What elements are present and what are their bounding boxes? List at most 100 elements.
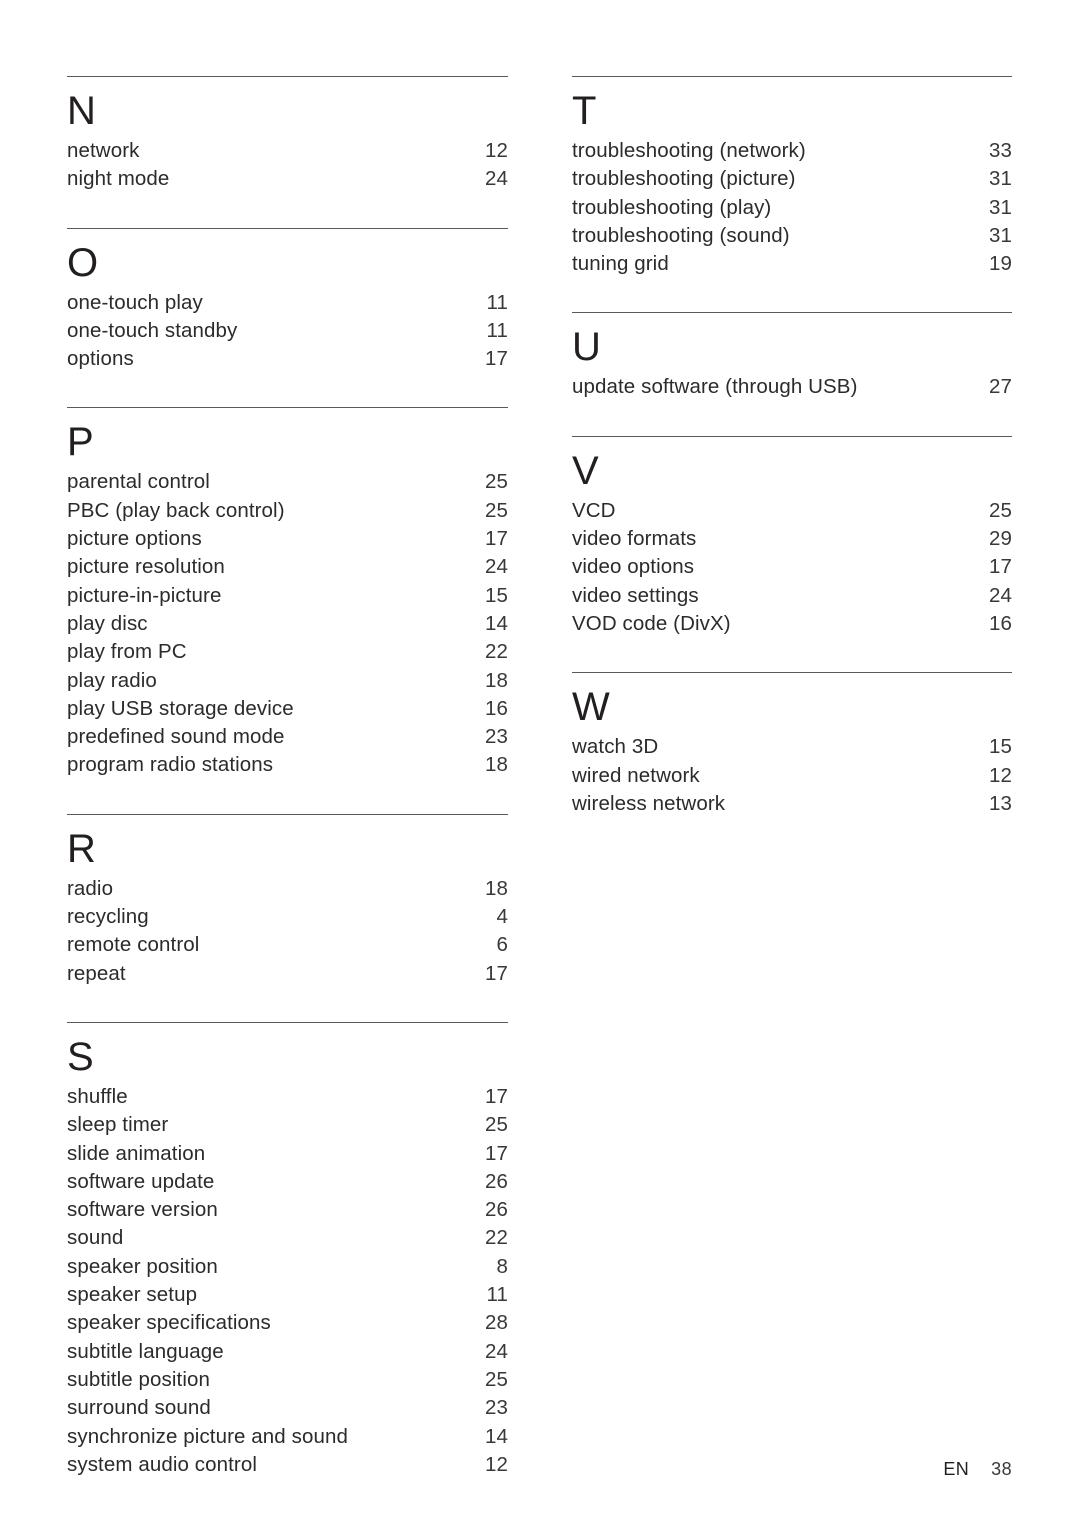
- index-entry-label: video formats: [572, 527, 697, 551]
- index-entry[interactable]: repeat 17: [67, 960, 508, 988]
- index-entry[interactable]: picture options 17: [67, 525, 508, 553]
- index-entry[interactable]: one-touch play 11: [67, 289, 508, 317]
- index-entry-page-number: 27: [988, 375, 1012, 399]
- index-entry[interactable]: play disc 14: [67, 610, 508, 638]
- index-entry[interactable]: play radio 18: [67, 667, 508, 695]
- index-entry-label: synchronize picture and sound: [67, 1424, 348, 1448]
- footer-language: EN: [943, 1459, 970, 1479]
- index-section-r: Rradio 18 recycling 4 remote control 6 repeat 1…: [67, 813, 508, 988]
- index-entry[interactable]: network 12: [67, 137, 508, 165]
- index-entry[interactable]: surround sound 23: [67, 1394, 508, 1422]
- section-letter: P: [67, 420, 94, 465]
- index-entry[interactable]: subtitle language 24: [67, 1338, 508, 1366]
- index-entry-page-number: 17: [988, 555, 1012, 579]
- index-entry-page-number: 31: [988, 195, 1012, 219]
- index-entry-label: VOD code (DivX): [572, 611, 731, 635]
- index-entry[interactable]: subtitle position 25: [67, 1366, 508, 1394]
- index-entry-label: play USB storage device: [67, 696, 294, 720]
- index-entry-page-number: 18: [484, 753, 508, 777]
- index-entry[interactable]: VOD code (DivX) 16: [572, 610, 1012, 638]
- index-entry-page-number: 13: [988, 791, 1012, 815]
- index-entry[interactable]: wireless network 13: [572, 790, 1012, 818]
- index-entry[interactable]: video options 17: [572, 553, 1012, 581]
- index-entry-page-number: 15: [484, 583, 508, 607]
- index-entry-label: recycling: [67, 905, 149, 929]
- index-entry[interactable]: recycling 4: [67, 903, 508, 931]
- index-entry[interactable]: options 17: [67, 345, 508, 373]
- index-entry[interactable]: program radio stations 18: [67, 751, 508, 779]
- index-entry[interactable]: shuffle 17: [67, 1083, 508, 1111]
- index-entry[interactable]: remote control 6: [67, 931, 508, 959]
- index-entry[interactable]: speaker setup 11: [67, 1281, 508, 1309]
- index-entry-page-number: 17: [484, 347, 508, 371]
- index-entry-label: software version: [67, 1198, 218, 1222]
- index-entry-label: VCD: [572, 498, 616, 522]
- index-entry-label: speaker specifications: [67, 1311, 271, 1335]
- section-divider: [572, 672, 1012, 674]
- index-entry-list: VCD 25 video formats 29 video options 17 video…: [572, 497, 1012, 638]
- index-section-n: Nnetwork 12 night mode 24: [67, 76, 508, 194]
- index-section-p: Pparental control 25 PBC (play back contro…: [67, 407, 508, 779]
- index-entry-label: subtitle language: [67, 1339, 224, 1363]
- index-entry-page-number: 12: [484, 1452, 508, 1476]
- index-entry-page-number: 12: [988, 763, 1012, 787]
- index-entry-label: play from PC: [67, 640, 187, 664]
- index-entry-list: one-touch play 11 one-touch standby 11 optio…: [67, 289, 508, 374]
- section-divider: [572, 312, 1012, 314]
- index-entry[interactable]: speaker specifications 28: [67, 1309, 508, 1337]
- section-letter: N: [67, 89, 97, 133]
- index-entry[interactable]: update software (through USB) 27: [572, 373, 1012, 401]
- index-entry[interactable]: system audio control 12: [67, 1451, 508, 1479]
- index-entry[interactable]: PBC (play back control) 25: [67, 497, 508, 525]
- index-entry-list: watch 3D 15 wired network 12 wireless networ…: [572, 733, 1012, 818]
- index-entry[interactable]: troubleshooting (sound) 31: [572, 222, 1012, 250]
- index-entry[interactable]: picture resolution 24: [67, 553, 508, 581]
- index-entry-label: troubleshooting (picture): [572, 167, 796, 191]
- index-entry[interactable]: picture-in-picture 15: [67, 582, 508, 610]
- index-entry[interactable]: troubleshooting (network) 33: [572, 137, 1012, 165]
- index-entry[interactable]: troubleshooting (picture) 31: [572, 165, 1012, 193]
- index-entry[interactable]: VCD 25: [572, 497, 1012, 525]
- index-entry[interactable]: sound 22: [67, 1224, 508, 1252]
- index-columns: Nnetwork 12 night mode 24 Oone-touch play 11 o…: [0, 0, 1080, 1476]
- index-entry[interactable]: video settings 24: [572, 582, 1012, 610]
- index-entry[interactable]: one-touch standby 11: [67, 317, 508, 345]
- index-entry[interactable]: video formats 29: [572, 525, 1012, 553]
- index-entry-list: troubleshooting (network) 33 troubleshooti…: [572, 137, 1012, 278]
- index-section-u: Uupdate software (through USB) 27: [572, 312, 1012, 401]
- index-entry[interactable]: play from PC 22: [67, 638, 508, 666]
- index-entry-label: wireless network: [572, 791, 726, 815]
- index-entry[interactable]: watch 3D 15: [572, 733, 1012, 761]
- index-entry-label: update software (through USB): [572, 375, 858, 399]
- index-entry-page-number: 26: [484, 1169, 508, 1193]
- index-entry-page-number: 17: [484, 961, 508, 985]
- index-entry[interactable]: parental control 25: [67, 468, 508, 496]
- index-entry[interactable]: play USB storage device 16: [67, 695, 508, 723]
- index-entry-page-number: 28: [484, 1311, 508, 1335]
- index-entry-label: network: [67, 139, 140, 162]
- index-entry[interactable]: software update 26: [67, 1168, 508, 1196]
- index-entry[interactable]: speaker position 8: [67, 1253, 508, 1281]
- index-entry-list: shuffle 17 sleep timer 25 slide animation 17 s…: [67, 1083, 508, 1479]
- index-entry[interactable]: night mode 24: [67, 165, 508, 193]
- index-entry[interactable]: software version 26: [67, 1196, 508, 1224]
- index-entry-page-number: 24: [484, 1339, 508, 1363]
- index-entry-list: network 12 night mode 24: [67, 137, 508, 194]
- index-entry-label: troubleshooting (play): [572, 195, 772, 219]
- index-entry[interactable]: sleep timer 25: [67, 1111, 508, 1139]
- index-entry[interactable]: slide animation 17: [67, 1140, 508, 1168]
- index-entry[interactable]: predefined sound mode 23: [67, 723, 508, 751]
- index-entry[interactable]: radio 18: [67, 875, 508, 903]
- index-entry-list: parental control 25 PBC (play back control…: [67, 468, 508, 779]
- index-entry[interactable]: troubleshooting (play) 31: [572, 194, 1012, 222]
- footer-page-number: 38: [991, 1459, 1012, 1479]
- index-entry-page-number: 31: [988, 223, 1012, 247]
- index-entry-label: shuffle: [67, 1084, 128, 1108]
- index-entry-page-number: 11: [486, 290, 508, 314]
- index-entry[interactable]: tuning grid 19: [572, 250, 1012, 278]
- index-entry[interactable]: wired network 12: [572, 762, 1012, 790]
- section-letter: U: [572, 325, 602, 370]
- index-column-left: Nnetwork 12 night mode 24 Oone-touch play 11 o…: [0, 0, 508, 1479]
- index-entry-page-number: 8: [496, 1254, 508, 1278]
- index-entry[interactable]: synchronize picture and sound 14: [67, 1423, 508, 1451]
